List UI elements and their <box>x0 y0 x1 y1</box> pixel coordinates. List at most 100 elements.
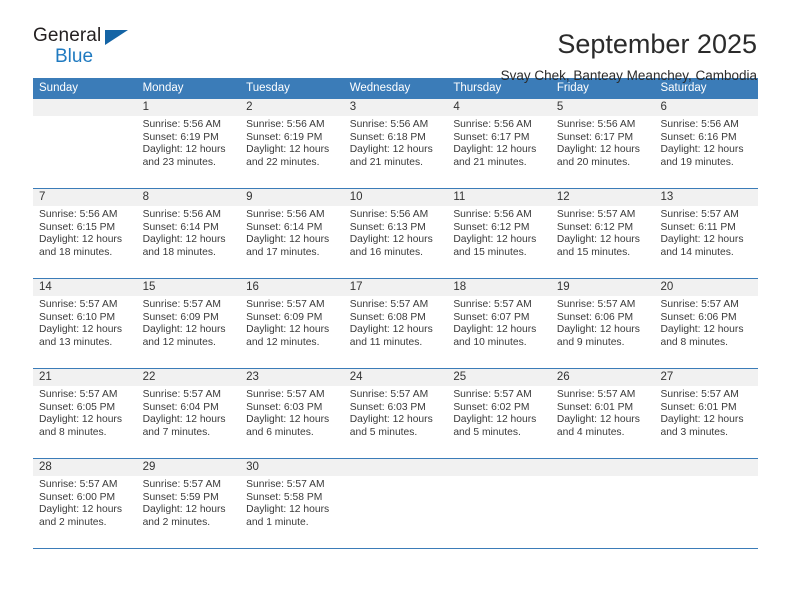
daylight-text-line2: and 21 minutes. <box>349 156 424 168</box>
daylight-text-line1: Daylight: 12 hours <box>39 504 122 516</box>
calendar-day-cell[interactable]: 14 Sunrise: 5:57 AM Sunset: 6:10 PM Dayligh… <box>33 279 137 368</box>
daylight-text-line1: Daylight: 12 hours <box>142 144 226 156</box>
sunrise-text: Sunrise: 5:56 AM <box>142 209 221 220</box>
calendar-day-cell[interactable]: 22 Sunrise: 5:57 AM Sunset: 6:04 PM Dayligh… <box>136 369 241 458</box>
generalblue-logo[interactable]: General Blue <box>33 26 143 74</box>
daylight-text-line1: Daylight: 12 hours <box>246 234 330 246</box>
daylight-text-line2: and 22 minutes. <box>246 156 320 168</box>
calendar-day-cell[interactable]: 12 Sunrise: 5:57 AM Sunset: 6:12 PM Dayligh… <box>550 189 655 278</box>
calendar-day-cell[interactable]: 19 Sunrise: 5:57 AM Sunset: 6:06 PM Dayligh… <box>550 279 655 368</box>
sunset-text: Sunset: 6:00 PM <box>39 491 116 503</box>
daylight-text-line2: and 13 minutes. <box>39 336 113 348</box>
daylight-text-line2: and 2 minutes. <box>142 516 211 528</box>
calendar-day-cell[interactable]: 13 Sunrise: 5:57 AM Sunset: 6:11 PM Dayligh… <box>654 189 759 278</box>
sunset-text: Sunset: 6:14 PM <box>142 221 219 233</box>
calendar-day-cell[interactable]: 1 Sunrise: 5:56 AM Sunset: 6:19 PM Daylight… <box>136 99 241 188</box>
calendar-day-cell[interactable]: 10 Sunrise: 5:56 AM Sunset: 6:13 PM Dayligh… <box>343 189 448 278</box>
daylight-text-line1: Daylight: 12 hours <box>349 234 433 246</box>
calendar-day-cell[interactable]: 8 Sunrise: 5:56 AM Sunset: 6:14 PM Daylight… <box>136 189 241 278</box>
sunrise-text: Sunrise: 5:57 AM <box>142 389 221 400</box>
daylight-text-line2: and 10 minutes. <box>453 336 527 348</box>
sunrise-text: Sunrise: 5:57 AM <box>246 389 325 400</box>
sunset-text: Sunset: 6:13 PM <box>349 221 426 233</box>
sunset-text: Sunset: 6:09 PM <box>246 311 323 323</box>
day-number <box>550 459 655 476</box>
calendar-day-cell[interactable]: 20 Sunrise: 5:57 AM Sunset: 6:06 PM Dayligh… <box>654 279 759 368</box>
calendar-day-cell[interactable]: 17 Sunrise: 5:57 AM Sunset: 6:08 PM Dayligh… <box>343 279 448 368</box>
sunrise-text: Sunrise: 5:57 AM <box>349 389 429 400</box>
calendar-day-cell[interactable]: 24 Sunrise: 5:57 AM Sunset: 6:03 PM Dayligh… <box>343 369 448 458</box>
daylight-text-line1: Daylight: 12 hours <box>349 144 433 156</box>
weekday-header-monday: Monday <box>142 82 184 94</box>
day-number: 5 <box>550 99 655 116</box>
day-number <box>447 459 551 476</box>
day-number: 16 <box>240 279 344 296</box>
calendar-weeks: 1 Sunrise: 5:56 AM Sunset: 6:19 PM Daylight… <box>33 99 759 549</box>
day-number: 28 <box>33 459 137 476</box>
daylight-text-line2: and 18 minutes. <box>142 246 216 258</box>
calendar-day-cell[interactable]: 2 Sunrise: 5:56 AM Sunset: 6:19 PM Daylight… <box>240 99 344 188</box>
daylight-text-line2: and 9 minutes. <box>556 336 625 348</box>
sunrise-text: Sunrise: 5:56 AM <box>453 209 532 220</box>
day-details: Sunrise: 5:57 AM Sunset: 5:58 PM Daylight:… <box>240 476 344 529</box>
sunset-text: Sunset: 6:18 PM <box>349 131 426 143</box>
weekday-header-sunday: Sunday <box>39 82 79 94</box>
daylight-text-line2: and 19 minutes. <box>660 156 734 168</box>
calendar-day-cell[interactable]: 25 Sunrise: 5:57 AM Sunset: 6:02 PM Dayligh… <box>447 369 551 458</box>
day-number: 3 <box>343 99 448 116</box>
day-details: Sunrise: 5:56 AM Sunset: 6:14 PM Daylight:… <box>137 206 241 259</box>
daylight-text-line1: Daylight: 12 hours <box>142 234 226 246</box>
daylight-text-line2: and 21 minutes. <box>453 156 527 168</box>
calendar-day-cell[interactable]: 3 Sunrise: 5:56 AM Sunset: 6:18 PM Daylight… <box>343 99 448 188</box>
daylight-text-line1: Daylight: 12 hours <box>453 324 537 336</box>
day-number: 21 <box>33 369 137 386</box>
day-details: Sunrise: 5:56 AM Sunset: 6:16 PM Daylight:… <box>654 116 758 169</box>
daylight-text-line1: Daylight: 12 hours <box>660 414 744 426</box>
calendar-day-cell[interactable]: 30 Sunrise: 5:57 AM Sunset: 5:58 PM Dayligh… <box>240 459 344 548</box>
calendar-day-cell[interactable]: 15 Sunrise: 5:57 AM Sunset: 6:09 PM Dayligh… <box>136 279 241 368</box>
calendar-day-cell[interactable]: 18 Sunrise: 5:57 AM Sunset: 6:07 PM Dayligh… <box>447 279 551 368</box>
calendar-day-cell[interactable]: 27 Sunrise: 5:57 AM Sunset: 6:01 PM Dayligh… <box>654 369 759 458</box>
calendar-day-cell[interactable]: 9 Sunrise: 5:56 AM Sunset: 6:14 PM Daylight… <box>240 189 344 278</box>
sunrise-text: Sunrise: 5:57 AM <box>39 389 118 400</box>
daylight-text-line2: and 17 minutes. <box>246 246 320 258</box>
daylight-text-line1: Daylight: 12 hours <box>556 324 640 336</box>
calendar-day-cell[interactable]: 7 Sunrise: 5:56 AM Sunset: 6:15 PM Daylight… <box>33 189 137 278</box>
day-number: 8 <box>136 189 241 206</box>
sunset-text: Sunset: 6:07 PM <box>453 311 530 323</box>
daylight-text-line2: and 8 minutes. <box>39 426 107 438</box>
sunset-text: Sunset: 6:06 PM <box>556 311 634 323</box>
daylight-text-line2: and 5 minutes. <box>349 426 418 438</box>
day-details: Sunrise: 5:56 AM Sunset: 6:13 PM Daylight:… <box>344 206 448 259</box>
day-number: 11 <box>447 189 551 206</box>
day-number: 10 <box>343 189 448 206</box>
calendar-day-cell[interactable]: 4 Sunrise: 5:56 AM Sunset: 6:17 PM Daylight… <box>447 99 551 188</box>
calendar-day-cell[interactable]: 11 Sunrise: 5:56 AM Sunset: 6:12 PM Dayligh… <box>447 189 551 278</box>
calendar-day-cell-empty <box>447 459 551 548</box>
calendar-day-cell[interactable]: 29 Sunrise: 5:57 AM Sunset: 5:59 PM Dayligh… <box>136 459 241 548</box>
sunset-text: Sunset: 6:04 PM <box>142 401 219 413</box>
sunset-text: Sunset: 6:01 PM <box>556 401 634 413</box>
calendar-day-cell[interactable]: 28 Sunrise: 5:57 AM Sunset: 6:00 PM Dayligh… <box>33 459 137 548</box>
day-details: Sunrise: 5:57 AM Sunset: 6:10 PM Daylight:… <box>33 296 137 349</box>
sunrise-text: Sunrise: 5:57 AM <box>556 389 636 400</box>
calendar-day-cell[interactable]: 26 Sunrise: 5:57 AM Sunset: 6:01 PM Dayligh… <box>550 369 655 458</box>
calendar-grid: Sunday Monday Tuesday Wednesday Thursday… <box>33 78 759 549</box>
sunrise-text: Sunrise: 5:56 AM <box>349 119 429 130</box>
calendar-day-cell[interactable]: 16 Sunrise: 5:57 AM Sunset: 6:09 PM Dayligh… <box>240 279 344 368</box>
day-number: 22 <box>136 369 241 386</box>
calendar-day-cell[interactable]: 6 Sunrise: 5:56 AM Sunset: 6:16 PM Daylight… <box>654 99 759 188</box>
day-details: Sunrise: 5:56 AM Sunset: 6:19 PM Daylight:… <box>137 116 241 169</box>
calendar-day-cell-empty <box>343 459 448 548</box>
daylight-text-line1: Daylight: 12 hours <box>142 504 226 516</box>
day-details: Sunrise: 5:57 AM Sunset: 6:09 PM Daylight:… <box>240 296 344 349</box>
sunrise-text: Sunrise: 5:56 AM <box>246 209 325 220</box>
weekday-header-thursday: Thursday <box>453 82 502 94</box>
day-number: 27 <box>654 369 759 386</box>
daylight-text-line2: and 18 minutes. <box>39 246 113 258</box>
calendar-day-cell[interactable]: 23 Sunrise: 5:57 AM Sunset: 6:03 PM Dayligh… <box>240 369 344 458</box>
calendar-day-cell[interactable]: 5 Sunrise: 5:56 AM Sunset: 6:17 PM Daylight… <box>550 99 655 188</box>
sunrise-text: Sunrise: 5:57 AM <box>246 299 325 310</box>
calendar-day-cell[interactable]: 21 Sunrise: 5:57 AM Sunset: 6:05 PM Dayligh… <box>33 369 137 458</box>
sunrise-text: Sunrise: 5:57 AM <box>556 299 636 310</box>
